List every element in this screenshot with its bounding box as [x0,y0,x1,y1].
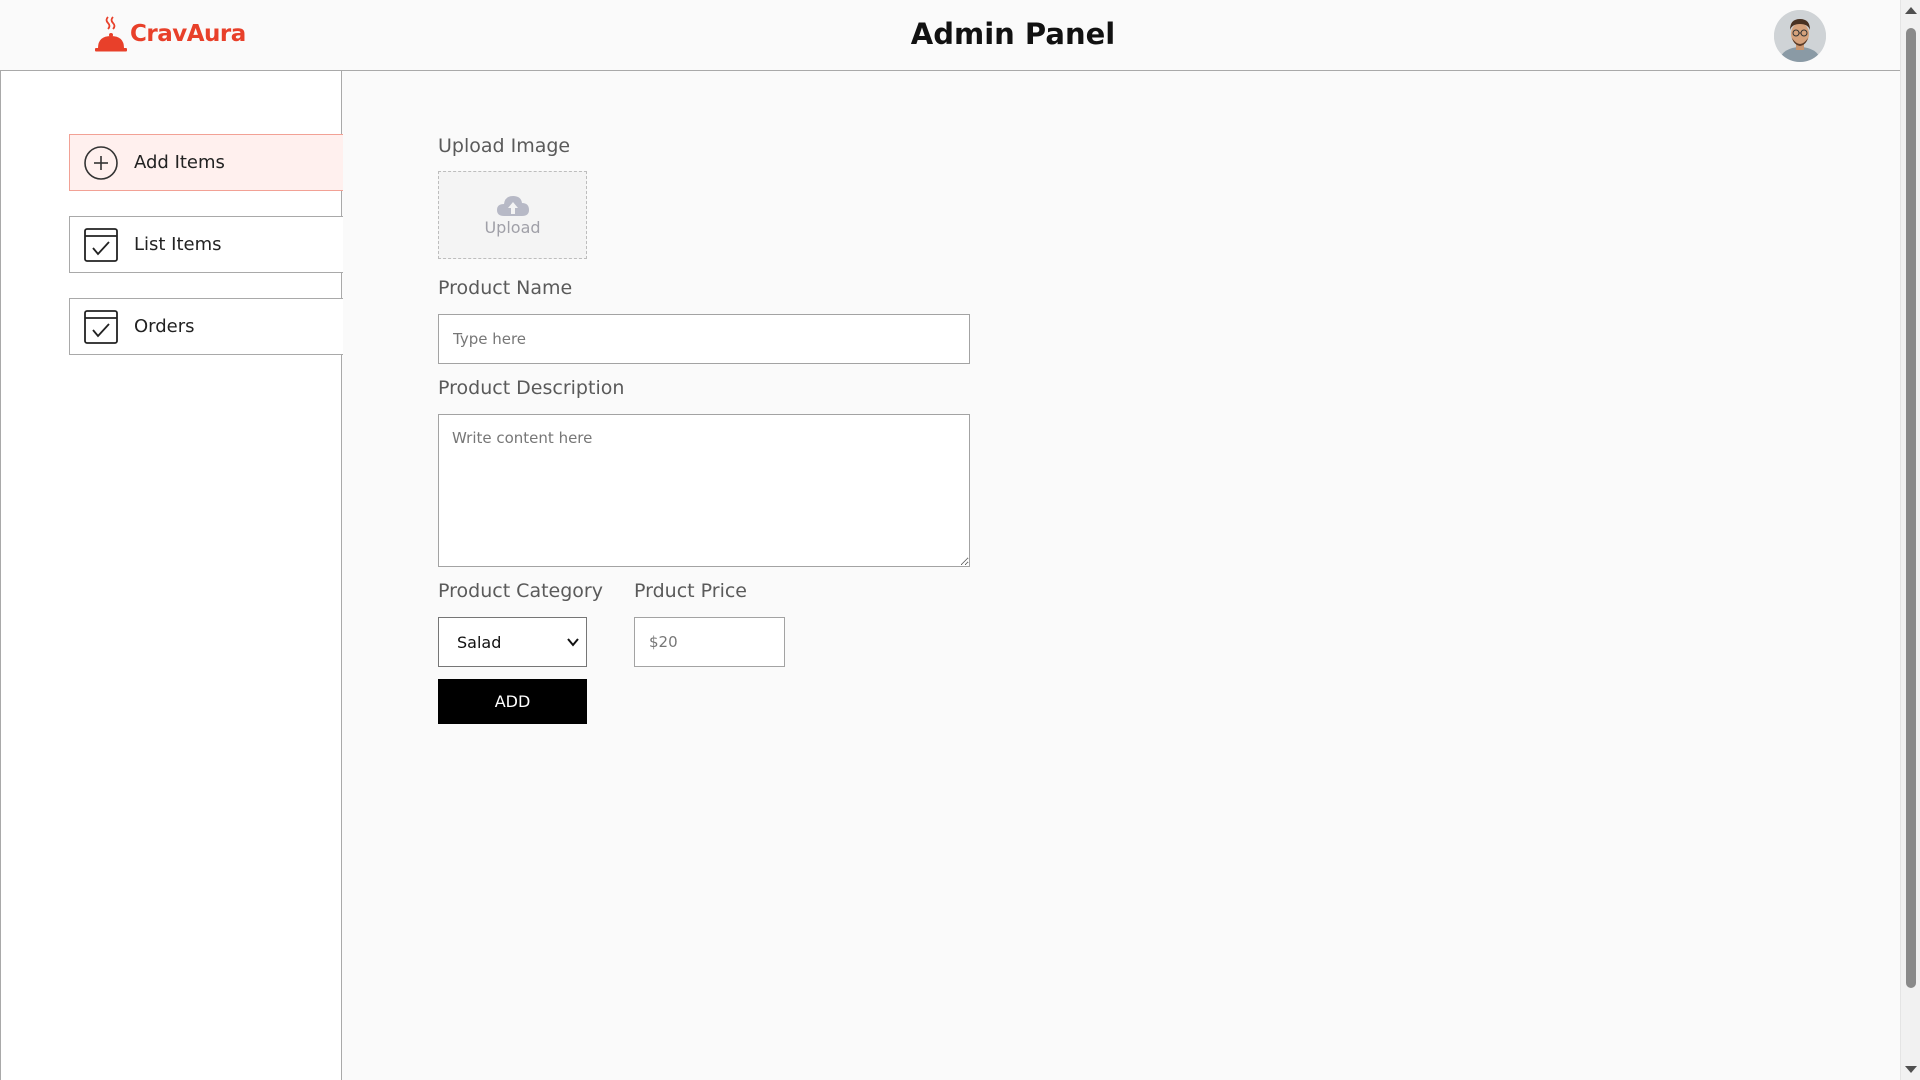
image-upload-area[interactable]: Upload [438,171,587,259]
sidebar-item-label: List Items [134,234,222,255]
add-button[interactable]: ADD [438,679,587,724]
upload-image-label: Upload Image [438,135,571,157]
product-category-select[interactable]: Salad [438,617,587,667]
user-avatar[interactable] [1774,10,1826,62]
sidebar-item-add-items[interactable]: Add Items [69,134,343,191]
product-name-label: Product Name [438,277,573,299]
upload-text: Upload [484,217,541,237]
page-title: Admin Panel [910,17,1116,51]
scrollbar-thumb[interactable] [1906,28,1916,988]
checklist-icon [84,227,118,262]
product-category-label: Product Category [438,580,603,602]
product-description-label: Product Description [438,377,625,399]
sidebar-item-orders[interactable]: Orders [69,298,343,355]
chevron-down-icon [567,638,579,647]
product-name-input[interactable] [438,314,970,364]
selected-category: Salad [457,632,502,652]
scroll-down-arrow-icon[interactable] [1905,1066,1917,1073]
product-price-input[interactable] [634,617,785,667]
sidebar: Add Items List Items Orders [0,71,343,1080]
add-circle-icon [84,145,118,180]
product-description-textarea[interactable] [438,414,970,567]
top-navbar: CravAura Admin Panel [0,0,1900,71]
checklist-icon [84,309,118,344]
sidebar-item-label: Orders [134,316,195,337]
admin-page: CravAura Admin Panel Add Items List Item… [0,0,1920,1080]
profile-photo-icon [1774,10,1826,62]
page-scrollbar[interactable] [1900,0,1920,1080]
product-price-label: Prduct Price [634,580,747,602]
cloud-upload-icon [496,195,529,216]
sidebar-item-list-items[interactable]: List Items [69,216,343,273]
add-item-form: Upload Image Upload Product Name Product… [343,71,1900,1080]
sidebar-item-label: Add Items [134,152,225,173]
scroll-up-arrow-icon[interactable] [1905,7,1917,14]
